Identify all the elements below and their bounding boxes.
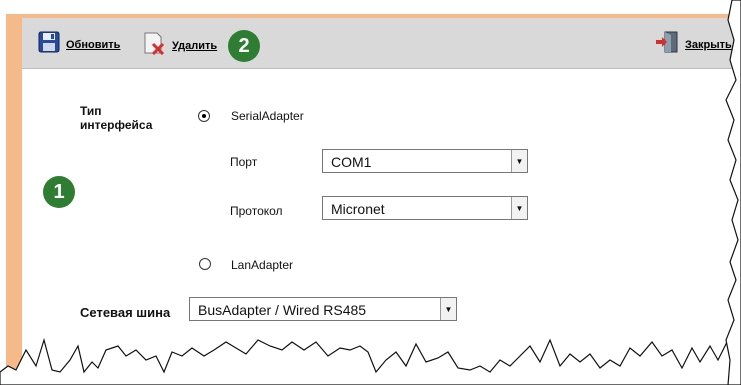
torn-edge-decoration bbox=[0, 0, 741, 385]
screenshot-frame: Обновить Удалить 2 Закрыть 1 Тип интерфе… bbox=[0, 0, 741, 385]
